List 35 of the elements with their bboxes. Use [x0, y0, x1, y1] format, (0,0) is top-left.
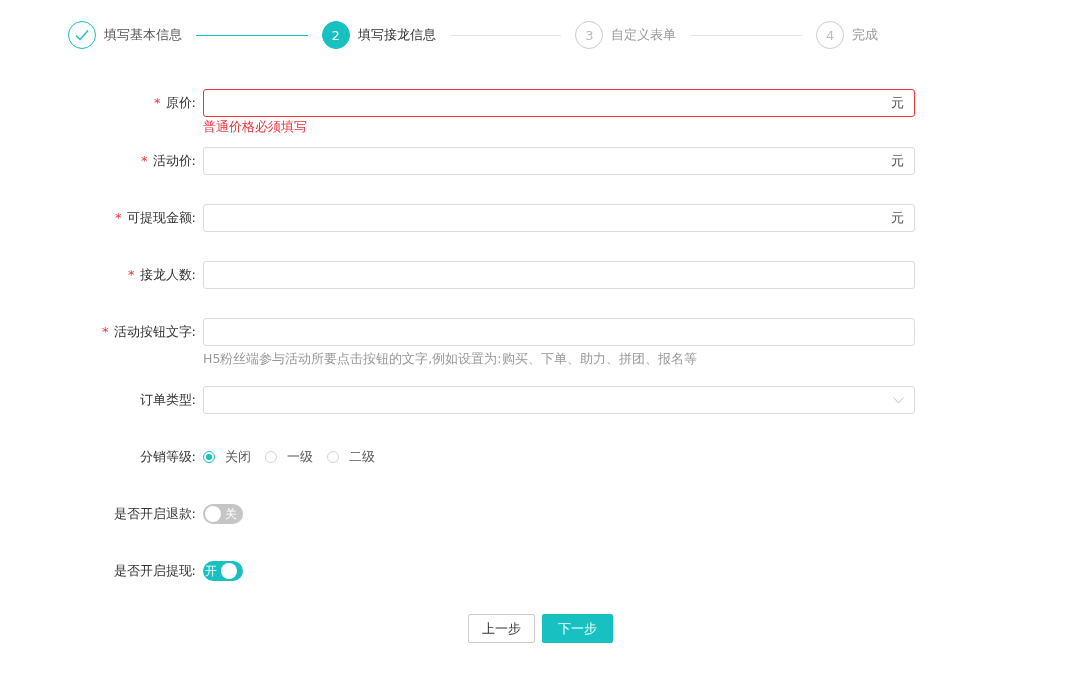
field-label: 是否开启退款: [113, 505, 196, 523]
field-label: 活动价: [152, 152, 196, 170]
required-mark: * [115, 209, 122, 227]
step-label: 自定义表单 [611, 26, 677, 44]
input-field[interactable]: 元 [203, 89, 915, 117]
field-label: 分销等级: [139, 448, 196, 466]
required-mark: * [154, 94, 161, 112]
step-number: 2 [321, 21, 350, 49]
input-field[interactable]: 元 [203, 204, 915, 232]
step-label: 完成 [852, 26, 878, 44]
field-label: 原价: [165, 94, 196, 112]
input-field[interactable] [203, 261, 915, 289]
unit-suffix: 元 [891, 94, 904, 112]
step-label: 填写接龙信息 [357, 26, 436, 44]
radio-option[interactable]: 一级 [265, 448, 313, 466]
field-label: 可提现金额: [126, 209, 196, 227]
field-label: 活动按钮文字: [113, 323, 196, 341]
radio-option[interactable]: 二级 [327, 448, 375, 466]
back-button[interactable]: 上一步 [467, 614, 535, 643]
radio-option[interactable]: 关闭 [203, 448, 251, 466]
required-mark: * [102, 323, 109, 341]
required-mark: * [128, 266, 135, 284]
field-label: 是否开启提现: [113, 562, 196, 580]
unit-suffix: 元 [891, 152, 904, 170]
chevron-down-icon [893, 396, 904, 404]
required-mark: * [141, 152, 148, 170]
select-field[interactable] [203, 386, 915, 414]
input-field[interactable] [203, 318, 915, 346]
input-field[interactable]: 元 [203, 147, 915, 175]
error-message: 普通价格必须填写 [203, 118, 308, 136]
field-label: 订单类型: [139, 391, 196, 409]
field-label: 接龙人数: [139, 266, 196, 284]
help-text: H5粉丝端参与活动所要点击按钮的文字,例如设置为:购买、下单、助力、拼团、报名等 [203, 350, 698, 368]
unit-suffix: 元 [891, 209, 904, 227]
step-label: 填写基本信息 [104, 26, 182, 44]
